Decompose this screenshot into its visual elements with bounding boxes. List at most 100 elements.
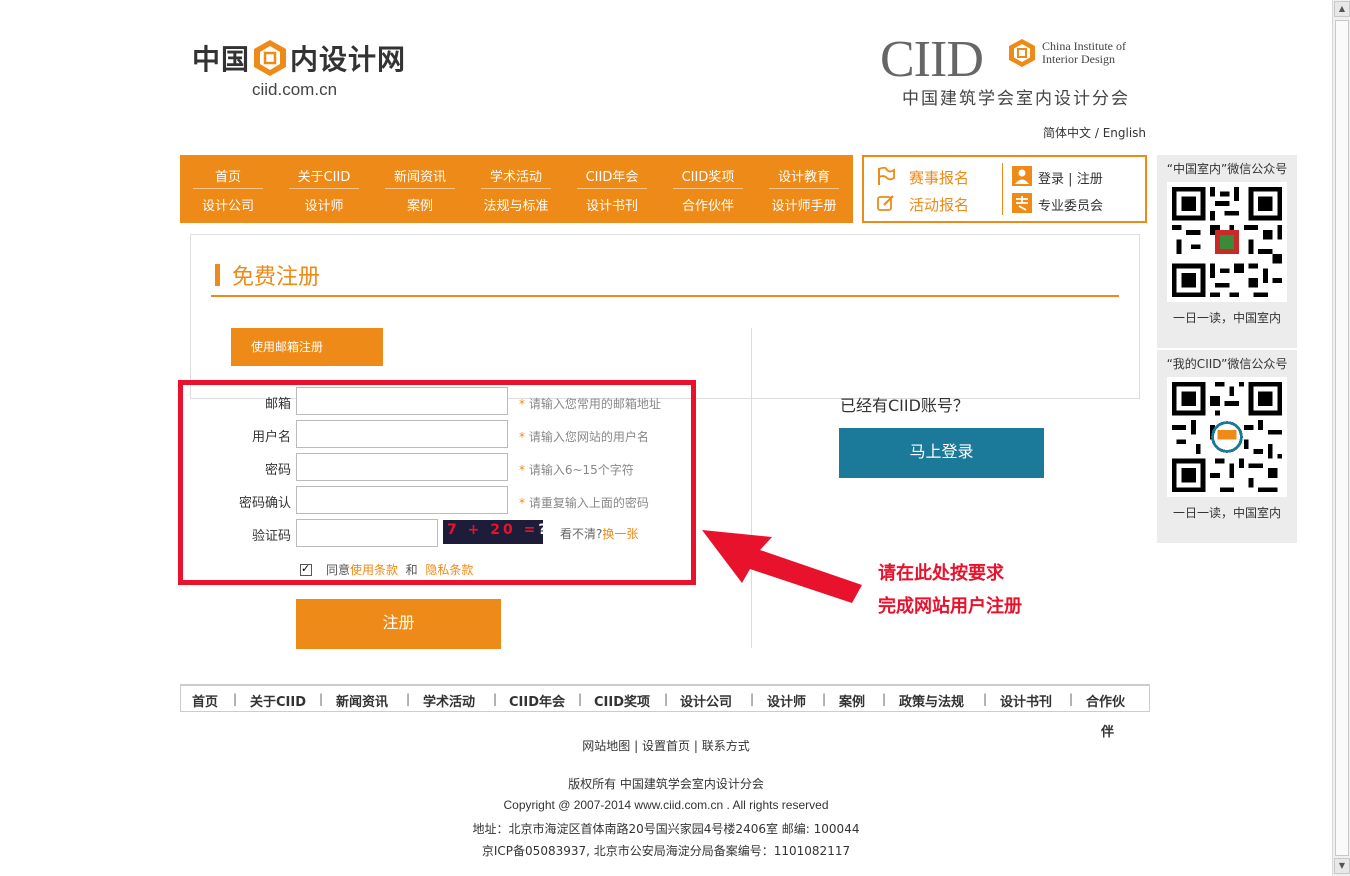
footer-nav-item[interactable]: 设计书刊	[1000, 691, 1052, 710]
privacy-link[interactable]: 隐私条款	[425, 561, 473, 578]
register-button[interactable]: 注册	[296, 599, 501, 649]
email-label: 邮箱	[264, 397, 291, 412]
event-signup-link[interactable]: 活动报名	[909, 194, 969, 215]
nav-item[interactable]: 设计公司	[180, 195, 276, 214]
footer-nav-item[interactable]: 案例	[839, 691, 865, 710]
password-confirm-label: 密码确认	[238, 496, 291, 511]
ciid-logo: CIID China Institute of Interior Design …	[880, 34, 1150, 114]
qr-caption: 一日一读，中国室内	[1172, 506, 1281, 520]
annotation-text: 请在此处按要求 完成网站用户注册	[878, 563, 1022, 617]
nav-item[interactable]: CIID奖项	[660, 166, 756, 185]
nav-item[interactable]: 设计教育	[756, 166, 852, 185]
login-button[interactable]: 马上登录	[839, 428, 1044, 478]
agree-checkbox[interactable]	[300, 562, 312, 576]
footer-nav-item[interactable]: 新闻资讯	[336, 691, 388, 710]
ciid-english-name: China Institute of Interior Design	[1042, 39, 1126, 66]
logo-domain: ciid.com.cn	[252, 80, 338, 99]
nav-item[interactable]: 关于CIID	[276, 166, 372, 185]
language-switch: 简体中文 / English	[1043, 126, 1147, 140]
username-hint: * 请输入您网站的用户名	[519, 430, 649, 444]
footer-nav: 首页 | 关于CIID | 新闻资讯 | 学术活动 | CIID年会 | CII…	[180, 684, 1150, 712]
terms-link[interactable]: 使用条款	[350, 561, 398, 578]
nav-item[interactable]: 新闻资讯	[372, 166, 468, 185]
nav-item[interactable]: 学术活动	[468, 166, 564, 185]
user-icon	[1012, 166, 1032, 186]
footer-nav-item[interactable]: CIID年会	[509, 691, 565, 710]
qr-title: “中国室内”微信公众号	[1166, 162, 1288, 176]
nav-item[interactable]: 设计师	[276, 195, 372, 214]
nav-item[interactable]: 合作伙伴	[660, 195, 756, 214]
icp-record: 京ICP备05083937, 北京市公安局海淀分局备案编号：1101082117	[481, 844, 851, 858]
username-label: 用户名	[251, 430, 291, 445]
lang-english[interactable]: English	[1103, 126, 1146, 140]
auth-links: 登录 | 注册	[1038, 172, 1103, 187]
agreement-row: 同意使用条款 和 隐私条款	[300, 561, 473, 578]
refresh-captcha-link[interactable]: 换一张	[602, 527, 638, 541]
title-underline	[211, 295, 1119, 297]
logo-text-left: 中国	[192, 43, 251, 76]
edit-icon	[877, 195, 894, 211]
nav-item[interactable]: 法规与标准	[468, 195, 564, 214]
logo-text-right: 内设计网	[290, 43, 407, 76]
qr-caption: 一日一读，中国室内	[1172, 311, 1281, 325]
qr-box: “中国室内”微信公众号 一日一读，中国室内	[1157, 155, 1297, 348]
footer-nav-item[interactable]: 合作伙	[1086, 691, 1125, 710]
flag-icon	[878, 166, 895, 185]
footer-nav-item[interactable]: 政策与法规	[899, 691, 964, 710]
ciid-chinese-name: 中国建筑学会室内设计分会	[902, 89, 1130, 109]
nav-divider	[193, 188, 263, 189]
footer-nav-item[interactable]: 关于CIID	[250, 691, 306, 710]
ciid-logo-text: CIID	[880, 31, 984, 88]
qr-title: “我的CIID”微信公众号	[1166, 357, 1288, 371]
title-accent	[215, 264, 220, 286]
ciid-hex-icon	[1009, 39, 1035, 67]
vertical-scrollbar[interactable]: ▲ ▼	[1332, 0, 1350, 876]
email-field[interactable]	[296, 387, 508, 415]
quick-divider	[1002, 163, 1003, 215]
copyright-cn: 版权所有 中国建筑学会室内设计分会	[568, 777, 764, 791]
nav-divider	[577, 188, 647, 189]
captcha-image[interactable]: 7 + 20 =?	[443, 520, 543, 544]
footer-nav-item[interactable]: 首页	[192, 691, 218, 710]
nav-divider	[673, 188, 743, 189]
main-nav: 首页 关于CIID 新闻资讯 学术活动 CIID年会 CIID奖项 设计教育 设…	[180, 155, 853, 223]
lang-chinese[interactable]: 简体中文	[1043, 126, 1091, 140]
page-title: 免费注册	[232, 265, 321, 290]
nav-item[interactable]: 首页	[180, 166, 276, 185]
footer-nav-item[interactable]: 设计师	[767, 691, 806, 710]
tab-email-register[interactable]: 使用邮箱注册	[231, 328, 383, 366]
nav-item[interactable]: 设计师手册	[756, 195, 852, 214]
scroll-thumb[interactable]	[1335, 20, 1349, 856]
annotation-arrow-icon	[702, 530, 862, 603]
qr-box: “我的CIID”微信公众号 一日一读，中国室内	[1157, 350, 1297, 543]
committee-icon	[1012, 193, 1032, 213]
nav-item[interactable]: 案例	[372, 195, 468, 214]
captcha-field[interactable]	[296, 519, 438, 547]
nav-divider	[481, 188, 551, 189]
footer-links: 网站地图 | 设置首页 | 联系方式	[582, 739, 750, 753]
scroll-down-icon[interactable]: ▼	[1334, 858, 1350, 874]
nav-item[interactable]: 设计书刊	[564, 195, 660, 214]
login-link[interactable]: 登录	[1038, 172, 1064, 187]
email-hint: * 请输入您常用的邮箱地址	[519, 397, 661, 411]
qr-code-icon	[1167, 182, 1287, 302]
footer-nav-item[interactable]: 设计公司	[680, 691, 732, 710]
scroll-up-icon[interactable]: ▲	[1334, 1, 1350, 17]
password-field[interactable]	[296, 453, 508, 481]
sitemap-link[interactable]: 网站地图	[582, 739, 630, 753]
nav-item[interactable]: CIID年会	[564, 166, 660, 185]
set-homepage-link[interactable]: 设置首页	[642, 739, 690, 753]
username-field[interactable]	[296, 420, 508, 448]
contest-signup-link[interactable]: 赛事报名	[909, 167, 969, 188]
password-label: 密码	[264, 463, 291, 478]
contact-link[interactable]: 联系方式	[702, 739, 750, 753]
register-link[interactable]: 注册	[1077, 172, 1103, 187]
password-confirm-field[interactable]	[296, 486, 508, 514]
qr-code-icon	[1167, 377, 1287, 497]
committee-link[interactable]: 专业委员会	[1038, 195, 1103, 214]
footer-nav-item[interactable]: 学术活动	[423, 691, 475, 710]
footer-nav-item[interactable]: CIID奖项	[594, 691, 650, 710]
copyright-en: Copyright @ 2007-2014 www.ciid.com.cn . …	[503, 798, 829, 812]
site-logo[interactable]: 中国 内设计网 ciid.com.cn	[192, 38, 422, 108]
password-confirm-hint: * 请重复输入上面的密码	[519, 496, 649, 510]
